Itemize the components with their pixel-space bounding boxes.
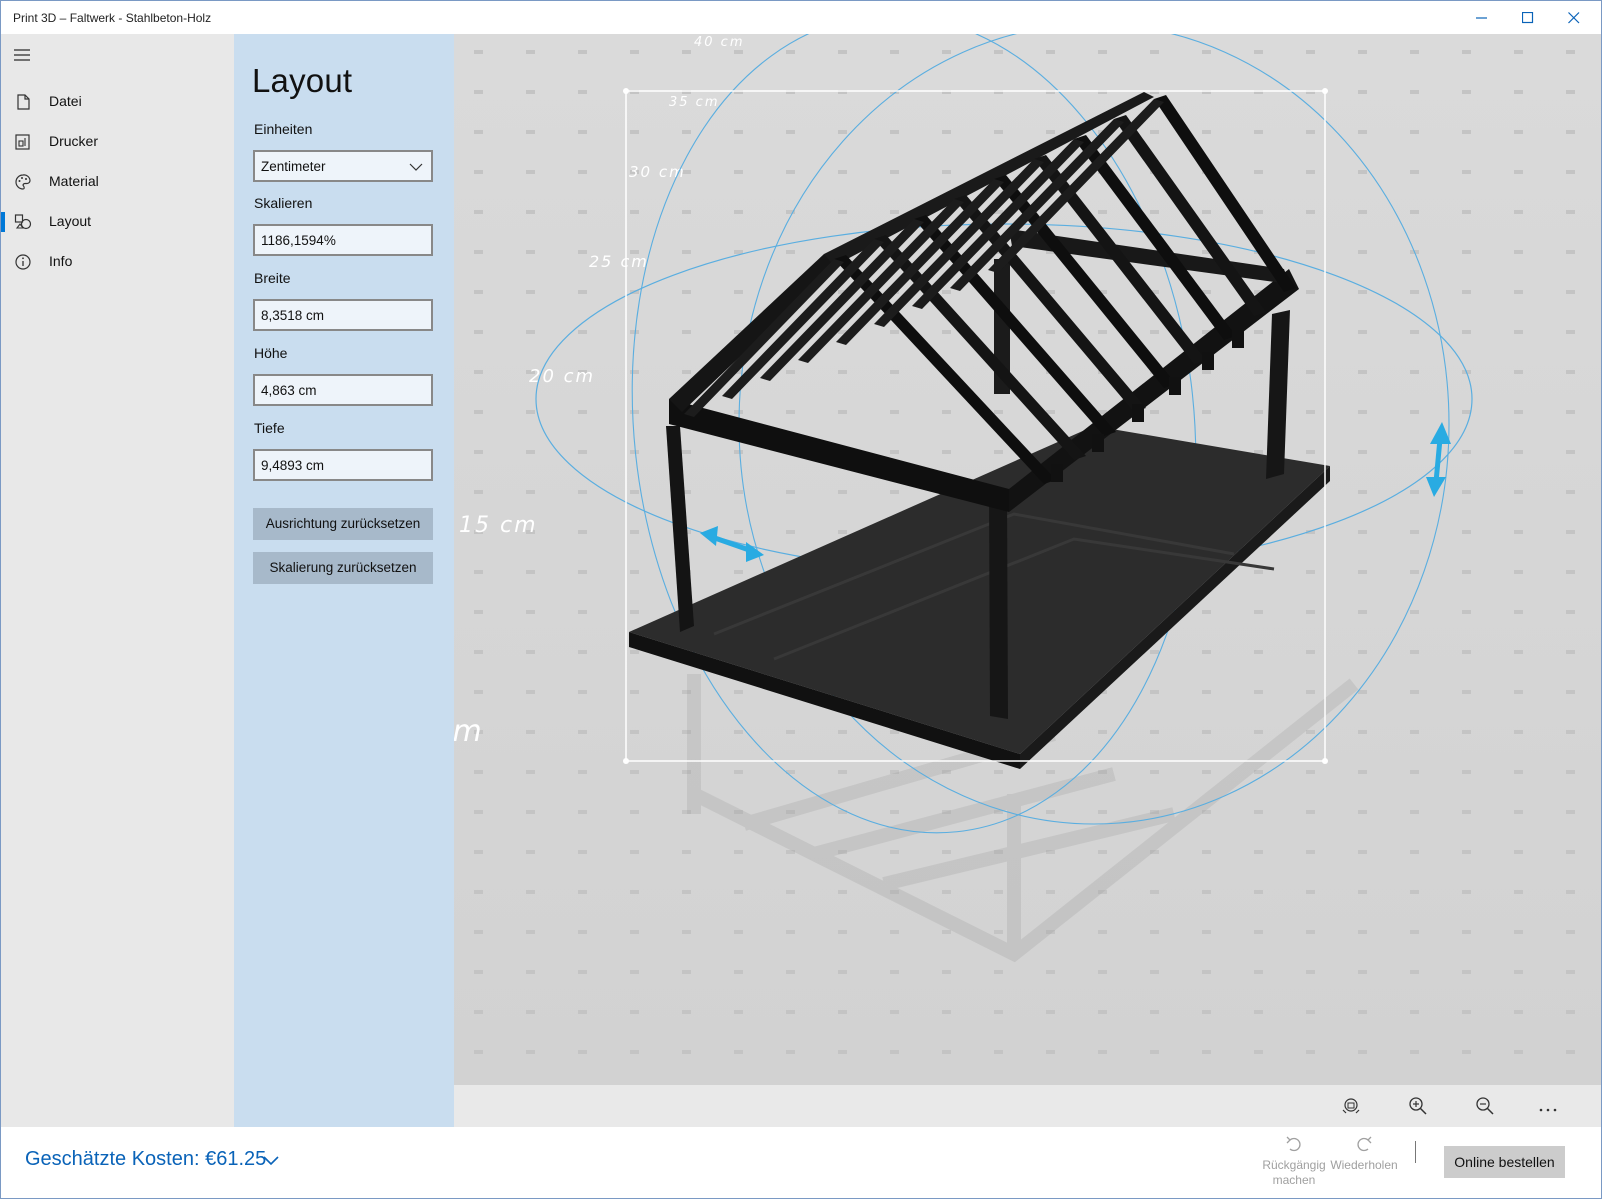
app-window: Print 3D – Faltwerk - Stahlbeton-Holz Da…: [0, 0, 1602, 1199]
maximize-icon: [1522, 12, 1534, 24]
3d-scene: 40 cm 35 cm 30 cm 25 cm 20 cm 15 cm cm: [454, 34, 1601, 1085]
units-dropdown[interactable]: Zentimeter: [253, 150, 433, 182]
nav-item-material[interactable]: Material: [1, 162, 234, 202]
undo-button[interactable]: Rückgängig machen: [1259, 1135, 1329, 1188]
nav-item-layout[interactable]: Layout: [1, 202, 234, 242]
selection-indicator: [1, 212, 5, 232]
view-toolbar: [454, 1085, 1601, 1127]
ruler-label: 30 cm: [629, 163, 686, 181]
nav-item-drucker[interactable]: Drucker: [1, 122, 234, 162]
hamburger-menu-button[interactable]: [11, 44, 35, 66]
height-input[interactable]: [253, 374, 433, 406]
nav-item-label: Layout: [49, 213, 92, 229]
redo-icon: [1357, 1136, 1372, 1152]
shapes-icon: [14, 213, 32, 231]
nav-item-label: Material: [49, 173, 99, 189]
window-title: Print 3D – Faltwerk - Stahlbeton-Holz: [13, 11, 212, 25]
depth-label: Tiefe: [254, 420, 285, 436]
close-icon: [1568, 12, 1580, 24]
layout-panel: Layout Einheiten Zentimeter Skalieren Br…: [234, 34, 454, 1127]
units-label: Einheiten: [254, 121, 313, 137]
title-bar: Print 3D – Faltwerk - Stahlbeton-Holz: [1, 1, 1601, 34]
minimize-button[interactable]: [1459, 1, 1505, 34]
nav-item-label: Datei: [49, 93, 82, 109]
depth-input[interactable]: [253, 449, 433, 481]
ruler-label: cm: [454, 714, 484, 749]
scale-label: Skalieren: [254, 195, 313, 211]
zoom-out-button[interactable]: [1472, 1093, 1498, 1119]
redo-label: Wiederholen: [1330, 1158, 1398, 1172]
chevron-down-icon[interactable]: [263, 1156, 279, 1166]
info-icon: [14, 253, 32, 271]
more-options-button[interactable]: [1535, 1093, 1561, 1119]
chevron-down-icon: [409, 163, 423, 171]
width-input[interactable]: [253, 299, 433, 331]
nav-item-label: Drucker: [49, 133, 99, 149]
units-selected-value: Zentimeter: [261, 159, 326, 174]
undo-icon: [1286, 1136, 1301, 1152]
footer-bar: Geschätzte Kosten: €61.25 Rückgängig mac…: [1, 1127, 1601, 1198]
reset-view-icon: [1342, 1098, 1360, 1114]
width-label: Breite: [254, 270, 291, 286]
undo-label-line1: Rückgängig: [1262, 1158, 1326, 1172]
reset-view-button[interactable]: [1338, 1093, 1364, 1119]
close-button[interactable]: [1551, 1, 1597, 34]
ruler-label: 35 cm: [669, 95, 720, 110]
maximize-button[interactable]: [1505, 1, 1551, 34]
ruler-label: 15 cm: [459, 513, 538, 538]
hamburger-icon: [14, 49, 30, 61]
ruler-label: 20 cm: [529, 366, 595, 387]
printer-icon: [14, 133, 32, 151]
order-online-button[interactable]: Online bestellen: [1444, 1146, 1565, 1178]
zoom-out-icon: [1476, 1097, 1494, 1115]
navigation-pane: Datei Drucker Material Layout Info: [1, 34, 234, 1127]
nav-item-info[interactable]: Info: [1, 242, 234, 282]
nav-item-label: Info: [49, 253, 73, 269]
estimated-cost[interactable]: Geschätzte Kosten: €61.25: [25, 1148, 266, 1171]
reset-scale-button[interactable]: Skalierung zurücksetzen: [253, 552, 433, 584]
undo-label-line2: machen: [1272, 1173, 1316, 1187]
height-label: Höhe: [254, 345, 288, 361]
palette-icon: [14, 173, 32, 191]
redo-button[interactable]: Wiederholen: [1329, 1135, 1399, 1173]
panel-title: Layout: [252, 62, 353, 99]
nav-item-datei[interactable]: Datei: [1, 82, 234, 122]
reset-orientation-button[interactable]: Ausrichtung zurücksetzen: [253, 508, 433, 540]
ruler-label: 40 cm: [694, 35, 745, 50]
more-icon: [1539, 1108, 1557, 1112]
3d-viewport[interactable]: 40 cm 35 cm 30 cm 25 cm 20 cm 15 cm cm: [454, 34, 1601, 1085]
zoom-in-button[interactable]: [1405, 1093, 1431, 1119]
footer-divider: [1415, 1141, 1416, 1163]
ruler-label: 25 cm: [589, 252, 649, 271]
scale-input[interactable]: [253, 224, 433, 256]
minimize-icon: [1476, 17, 1487, 19]
file-icon: [14, 93, 32, 111]
zoom-in-icon: [1409, 1097, 1427, 1115]
